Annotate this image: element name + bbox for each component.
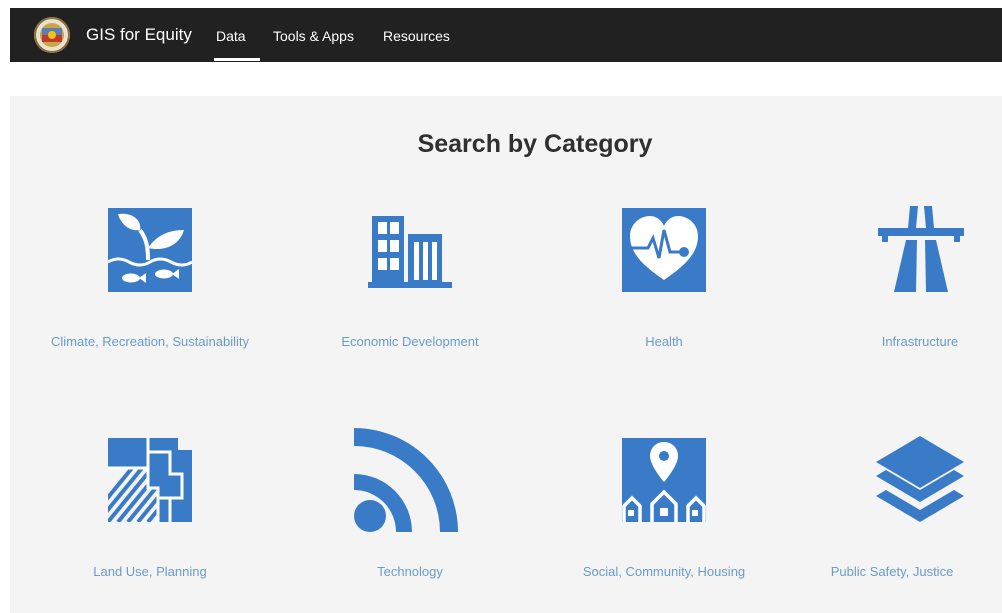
category-public-safety-justice[interactable]: Public Safety, Justice [790,426,1002,606]
category-label-health: Health [645,334,683,349]
layers-icon [876,436,964,522]
nav-data[interactable]: Data [216,28,246,44]
houses-location-pin-icon [622,438,706,522]
section-title: Search by Category [417,130,653,158]
active-nav-indicator [214,58,260,61]
category-land-use-planning[interactable]: Land Use, Planning [10,426,290,606]
nav-tools-apps[interactable]: Tools & Apps [273,28,354,44]
category-technology[interactable]: Technology [290,426,540,606]
category-health[interactable]: Health [540,206,790,376]
category-social-community-housing[interactable]: Social, Community, Housing [540,426,790,606]
category-label-land-use: Land Use, Planning [93,564,207,579]
category-label-infrastructure: Infrastructure [881,334,959,349]
parcel-map-icon [108,438,192,522]
category-label-economic: Economic Development [341,334,479,349]
top-navigation-bar: GIS for Equity Data Tools & Apps Resourc… [10,8,1002,62]
highway-icon [878,206,964,292]
buildings-icon [368,216,452,288]
category-label-technology: Technology [377,564,443,579]
plant-water-fish-icon [108,208,192,292]
category-climate-recreation-sustainability[interactable]: Climate, Recreation, Sustainability [10,206,290,376]
category-label-climate: Climate, Recreation, Sustainability [51,334,249,349]
category-panel: Search by Category Climate, Recreation, … [10,96,1002,613]
nav-resources[interactable]: Resources [383,28,450,44]
category-economic-development[interactable]: Economic Development [290,206,540,376]
category-label-public-safety: Public Safety, Justice [830,564,954,579]
category-infrastructure[interactable]: Infrastructure [790,206,1002,376]
category-label-social: Social, Community, Housing [582,564,746,579]
heart-pulse-icon [622,208,706,292]
rss-feed-icon [354,428,458,532]
county-seal-logo[interactable] [34,17,70,53]
site-title[interactable]: GIS for Equity [86,25,192,45]
